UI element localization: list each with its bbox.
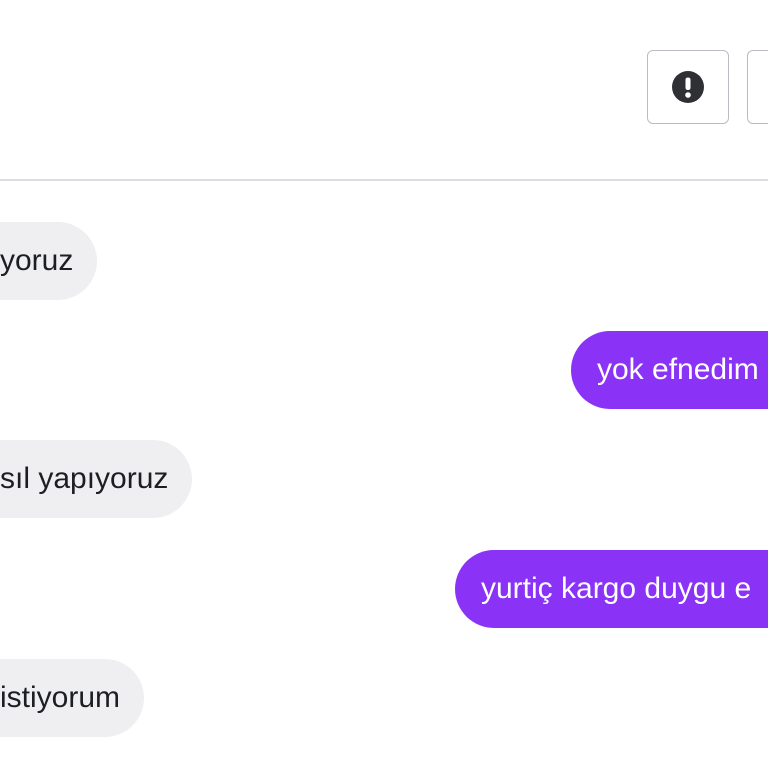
message-text: yok efnedim xyxy=(597,353,759,386)
outgoing-message: yok efnedim xyxy=(571,331,768,409)
message-text: istiyorum xyxy=(0,681,121,714)
report-button[interactable] xyxy=(647,50,729,124)
chat-window: yoruz yok efnedim sıl yapıyoruz yurtiç k… xyxy=(0,0,768,768)
chat-header xyxy=(0,0,768,181)
incoming-message: yoruz xyxy=(0,222,98,300)
message-text: yurtiç kargo duygu e xyxy=(481,572,752,605)
outgoing-message: yurtiç kargo duygu e xyxy=(455,550,768,628)
incoming-message: istiyorum xyxy=(0,659,145,737)
more-options-button[interactable] xyxy=(747,50,768,124)
exclamation-circle-icon xyxy=(672,71,704,103)
message-text: yoruz xyxy=(0,244,74,277)
message-list: yoruz yok efnedim sıl yapıyoruz yurtiç k… xyxy=(0,181,768,768)
message-text: sıl yapıyoruz xyxy=(0,462,169,495)
incoming-message: sıl yapıyoruz xyxy=(0,440,193,518)
